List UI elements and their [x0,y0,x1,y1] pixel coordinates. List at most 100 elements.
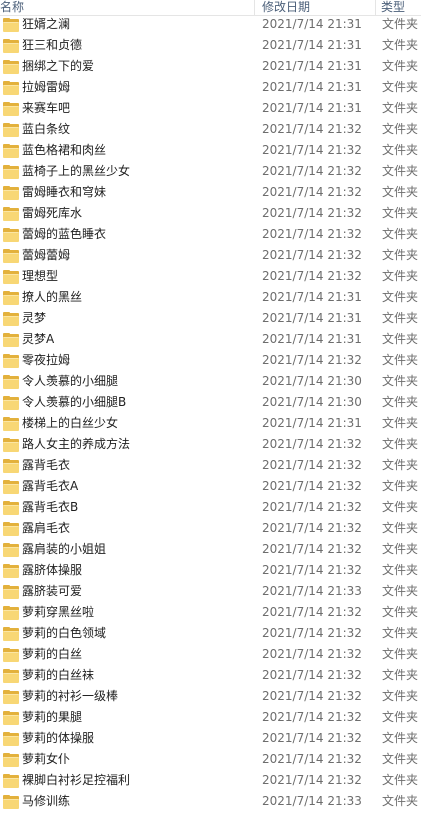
file-row[interactable]: 萝莉的白丝袜 2021/7/14 21:32 文件夹 [0,665,421,686]
file-row[interactable]: 蓝色格裙和肉丝 2021/7/14 21:32 文件夹 [0,140,421,161]
file-row[interactable]: 楼梯上的白丝少女 2021/7/14 21:31 文件夹 [0,413,421,434]
file-name: 露肩毛衣 [22,521,71,535]
file-row[interactable]: 蕾姆蕾姆 2021/7/14 21:32 文件夹 [0,245,421,266]
file-date-modified: 2021/7/14 21:31 [262,416,362,430]
file-date-modified: 2021/7/14 21:32 [262,248,362,262]
file-row[interactable]: 萝莉穿黑丝啦 2021/7/14 21:32 文件夹 [0,602,421,623]
file-type: 文件夹 [382,521,419,535]
file-date-modified: 2021/7/14 21:33 [262,584,362,598]
file-row[interactable]: 露背毛衣B 2021/7/14 21:32 文件夹 [0,497,421,518]
file-row[interactable]: 萝莉的白色领域 2021/7/14 21:32 文件夹 [0,623,421,644]
file-type: 文件夹 [382,689,419,703]
folder-icon [3,270,19,284]
file-type: 文件夹 [382,332,419,346]
file-row[interactable]: 灵梦A 2021/7/14 21:31 文件夹 [0,329,421,350]
column-divider[interactable] [254,0,255,15]
file-row[interactable]: 狂三和贞德 2021/7/14 21:31 文件夹 [0,35,421,56]
file-type: 文件夹 [382,563,419,577]
file-name: 理想型 [22,269,59,283]
file-row[interactable]: 令人羡慕的小细腿B 2021/7/14 21:30 文件夹 [0,392,421,413]
file-row[interactable]: 萝莉的果腿 2021/7/14 21:32 文件夹 [0,707,421,728]
column-header-date-modified[interactable]: 修改日期 [262,0,372,15]
file-row[interactable]: 撩人的黑丝 2021/7/14 21:31 文件夹 [0,287,421,308]
file-date-modified: 2021/7/14 21:32 [262,122,362,136]
file-name: 令人羡慕的小细腿B [22,395,127,409]
column-divider[interactable] [375,0,376,15]
file-type: 文件夹 [382,185,419,199]
file-row[interactable]: 理想型 2021/7/14 21:32 文件夹 [0,266,421,287]
file-row[interactable]: 蕾姆的蓝色睡衣 2021/7/14 21:32 文件夹 [0,224,421,245]
file-row[interactable]: 露背毛衣 2021/7/14 21:32 文件夹 [0,455,421,476]
folder-icon [3,291,19,305]
file-row[interactable]: 马修训练 2021/7/14 21:33 文件夹 [0,791,421,812]
file-row[interactable]: 灵梦 2021/7/14 21:31 文件夹 [0,308,421,329]
file-type: 文件夹 [382,647,419,661]
file-row[interactable]: 蓝白条纹 2021/7/14 21:32 文件夹 [0,119,421,140]
file-date-modified: 2021/7/14 21:32 [262,185,362,199]
file-name: 萝莉女仆 [22,752,71,766]
file-row[interactable]: 露脐装可爱 2021/7/14 21:33 文件夹 [0,581,421,602]
file-name: 雷姆死库水 [22,206,83,220]
file-type: 文件夹 [382,38,419,52]
folder-icon [3,711,19,725]
file-row[interactable]: 雷姆死库水 2021/7/14 21:32 文件夹 [0,203,421,224]
file-name: 撩人的黑丝 [22,290,83,304]
file-date-modified: 2021/7/14 21:32 [262,689,362,703]
file-date-modified: 2021/7/14 21:32 [262,668,362,682]
folder-icon [3,606,19,620]
file-type: 文件夹 [382,353,419,367]
column-header-name[interactable]: 名称 [0,0,253,15]
folder-icon [3,333,19,347]
folder-icon [3,375,19,389]
file-row[interactable]: 蓝椅子上的黑丝少女 2021/7/14 21:32 文件夹 [0,161,421,182]
file-name: 雷姆睡衣和穹妹 [22,185,107,199]
file-row[interactable]: 萝莉女仆 2021/7/14 21:32 文件夹 [0,749,421,770]
file-row[interactable]: 露肩装的小姐姐 2021/7/14 21:32 文件夹 [0,539,421,560]
file-row[interactable]: 来赛车吧 2021/7/14 21:31 文件夹 [0,98,421,119]
file-row[interactable]: 零夜拉姆 2021/7/14 21:32 文件夹 [0,350,421,371]
folder-icon [3,669,19,683]
file-name: 灵梦 [22,311,47,325]
file-type: 文件夹 [382,794,419,808]
file-name: 令人羡慕的小细腿 [22,374,119,388]
file-name: 萝莉穿黑丝啦 [22,605,95,619]
file-row[interactable]: 裸脚白衬衫足控福利 2021/7/14 21:32 文件夹 [0,770,421,791]
folder-icon [3,396,19,410]
file-type: 文件夹 [382,395,419,409]
file-name: 露肩装的小姐姐 [22,542,107,556]
file-name: 马修训练 [22,794,71,808]
file-row[interactable]: 萝莉的白丝 2021/7/14 21:32 文件夹 [0,644,421,665]
file-type: 文件夹 [382,248,419,262]
file-name: 萝莉的体操服 [22,731,95,745]
file-row[interactable]: 路人女主的养成方法 2021/7/14 21:32 文件夹 [0,434,421,455]
file-row[interactable]: 萝莉的体操服 2021/7/14 21:32 文件夹 [0,728,421,749]
file-date-modified: 2021/7/14 21:32 [262,164,362,178]
file-row[interactable]: 雷姆睡衣和穹妹 2021/7/14 21:32 文件夹 [0,182,421,203]
file-row[interactable]: 露背毛衣A 2021/7/14 21:32 文件夹 [0,476,421,497]
file-type: 文件夹 [382,437,419,451]
folder-icon [3,165,19,179]
folder-icon [3,60,19,74]
file-date-modified: 2021/7/14 21:31 [262,17,362,31]
folder-icon [3,186,19,200]
file-row[interactable]: 萝莉的衬衫一级棒 2021/7/14 21:32 文件夹 [0,686,421,707]
file-row[interactable]: 令人羡慕的小细腿 2021/7/14 21:30 文件夹 [0,371,421,392]
file-row[interactable]: 拉姆雷姆 2021/7/14 21:31 文件夹 [0,77,421,98]
file-date-modified: 2021/7/14 21:31 [262,311,362,325]
file-type: 文件夹 [382,290,419,304]
file-date-modified: 2021/7/14 21:32 [262,353,362,367]
file-date-modified: 2021/7/14 21:32 [262,206,362,220]
file-row[interactable]: 露脐体操服 2021/7/14 21:32 文件夹 [0,560,421,581]
folder-icon [3,564,19,578]
file-name: 零夜拉姆 [22,353,71,367]
file-row[interactable]: 狂婿之澜 2021/7/14 21:31 文件夹 [0,14,421,35]
file-type: 文件夹 [382,143,419,157]
file-row[interactable]: 捆绑之下的爱 2021/7/14 21:31 文件夹 [0,56,421,77]
file-type: 文件夹 [382,668,419,682]
file-list: 狂婿之澜 2021/7/14 21:31 文件夹 狂三和贞德 2021/7/14 21:… [0,14,421,812]
column-header-type[interactable]: 类型 [381,0,421,15]
file-type: 文件夹 [382,500,419,514]
folder-icon [3,18,19,32]
file-name: 蕾姆蕾姆 [22,248,71,262]
file-row[interactable]: 露肩毛衣 2021/7/14 21:32 文件夹 [0,518,421,539]
